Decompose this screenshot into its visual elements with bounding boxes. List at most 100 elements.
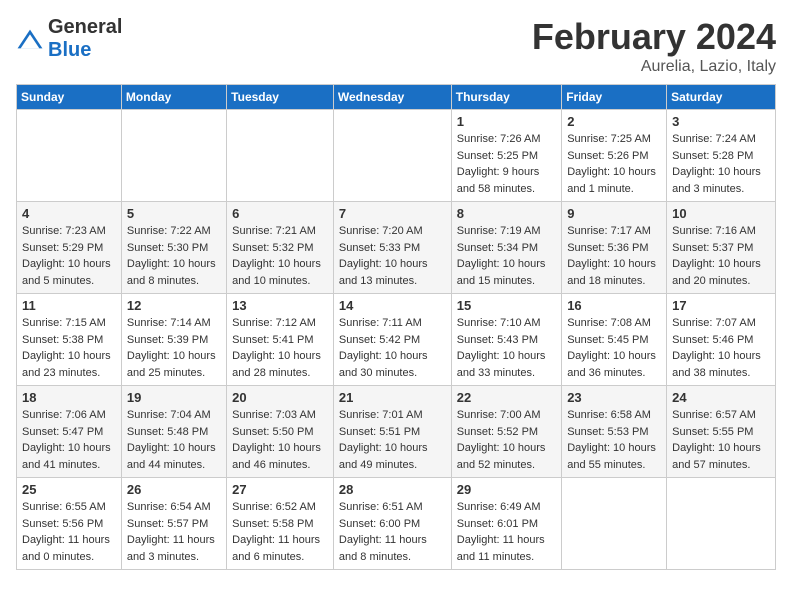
calendar-cell (333, 110, 451, 202)
day-number: 28 (339, 482, 446, 497)
day-number: 13 (232, 298, 328, 313)
calendar-cell: 6 Sunrise: 7:21 AMSunset: 5:32 PMDaylight… (227, 202, 334, 294)
calendar-cell: 22 Sunrise: 7:00 AMSunset: 5:52 PMDayligh… (451, 386, 561, 478)
header-cell-wednesday: Wednesday (333, 85, 451, 110)
day-info: Sunrise: 7:04 AMSunset: 5:48 PMDaylight:… (127, 407, 221, 473)
week-row-3: 18 Sunrise: 7:06 AMSunset: 5:47 PMDayligh… (17, 386, 776, 478)
calendar-table: SundayMondayTuesdayWednesdayThursdayFrid… (16, 84, 776, 570)
week-row-0: 1 Sunrise: 7:26 AMSunset: 5:25 PMDaylight… (17, 110, 776, 202)
day-info: Sunrise: 7:20 AMSunset: 5:33 PMDaylight:… (339, 223, 446, 289)
page-header: General Blue February 2024 Aurelia, Lazi… (16, 16, 776, 76)
day-number: 10 (672, 206, 770, 221)
day-info: Sunrise: 7:25 AMSunset: 5:26 PMDaylight:… (567, 131, 661, 197)
calendar-cell: 29 Sunrise: 6:49 AMSunset: 6:01 PMDayligh… (451, 478, 561, 570)
day-number: 14 (339, 298, 446, 313)
calendar-cell: 5 Sunrise: 7:22 AMSunset: 5:30 PMDaylight… (121, 202, 226, 294)
day-info: Sunrise: 6:51 AMSunset: 6:00 PMDaylight:… (339, 499, 446, 565)
day-number: 26 (127, 482, 221, 497)
calendar-cell: 16Sunrise: 7:08 AMSunset: 5:45 PMDayligh… (562, 294, 667, 386)
day-info: Sunrise: 7:11 AMSunset: 5:42 PMDaylight:… (339, 315, 446, 381)
day-number: 20 (232, 390, 328, 405)
day-info: Sunrise: 7:07 AMSunset: 5:46 PMDaylight:… (672, 315, 770, 381)
week-row-4: 25 Sunrise: 6:55 AMSunset: 5:56 PMDayligh… (17, 478, 776, 570)
day-info: Sunrise: 6:49 AMSunset: 6:01 PMDaylight:… (457, 499, 556, 565)
day-info: Sunrise: 7:06 AMSunset: 5:47 PMDaylight:… (22, 407, 116, 473)
calendar-cell: 8 Sunrise: 7:19 AMSunset: 5:34 PMDaylight… (451, 202, 561, 294)
day-info: Sunrise: 7:08 AMSunset: 5:45 PMDaylight:… (567, 315, 661, 381)
week-row-1: 4 Sunrise: 7:23 AMSunset: 5:29 PMDaylight… (17, 202, 776, 294)
day-number: 8 (457, 206, 556, 221)
calendar-cell (121, 110, 226, 202)
day-number: 25 (22, 482, 116, 497)
calendar-cell: 14 Sunrise: 7:11 AMSunset: 5:42 PMDayligh… (333, 294, 451, 386)
page-subtitle: Aurelia, Lazio, Italy (532, 58, 776, 76)
calendar-cell: 13 Sunrise: 7:12 AMSunset: 5:41 PMDayligh… (227, 294, 334, 386)
calendar-cell: 2Sunrise: 7:25 AMSunset: 5:26 PMDaylight… (562, 110, 667, 202)
day-info: Sunrise: 7:22 AMSunset: 5:30 PMDaylight:… (127, 223, 221, 289)
day-number: 22 (457, 390, 556, 405)
day-number: 4 (22, 206, 116, 221)
calendar-cell: 15Sunrise: 7:10 AMSunset: 5:43 PMDayligh… (451, 294, 561, 386)
calendar-cell: 1 Sunrise: 7:26 AMSunset: 5:25 PMDaylight… (451, 110, 561, 202)
title-block: February 2024 Aurelia, Lazio, Italy (532, 16, 776, 76)
calendar-cell: 25 Sunrise: 6:55 AMSunset: 5:56 PMDayligh… (17, 478, 122, 570)
logo-blue: Blue (48, 39, 91, 61)
calendar-cell: 10 Sunrise: 7:16 AMSunset: 5:37 PMDayligh… (667, 202, 776, 294)
day-number: 18 (22, 390, 116, 405)
calendar-cell: 3Sunrise: 7:24 AMSunset: 5:28 PMDaylight… (667, 110, 776, 202)
day-number: 24 (672, 390, 770, 405)
calendar-cell: 23Sunrise: 6:58 AMSunset: 5:53 PMDayligh… (562, 386, 667, 478)
header-cell-friday: Friday (562, 85, 667, 110)
day-number: 17 (672, 298, 770, 313)
calendar-cell: 18 Sunrise: 7:06 AMSunset: 5:47 PMDayligh… (17, 386, 122, 478)
calendar-cell: 20 Sunrise: 7:03 AMSunset: 5:50 PMDayligh… (227, 386, 334, 478)
day-info: Sunrise: 7:12 AMSunset: 5:41 PMDaylight:… (232, 315, 328, 381)
day-number: 12 (127, 298, 221, 313)
calendar-cell (17, 110, 122, 202)
week-row-2: 11 Sunrise: 7:15 AMSunset: 5:38 PMDayligh… (17, 294, 776, 386)
calendar-cell: 27Sunrise: 6:52 AMSunset: 5:58 PMDayligh… (227, 478, 334, 570)
day-number: 9 (567, 206, 661, 221)
calendar-cell: 24 Sunrise: 6:57 AMSunset: 5:55 PMDayligh… (667, 386, 776, 478)
day-number: 6 (232, 206, 328, 221)
calendar-cell (227, 110, 334, 202)
day-info: Sunrise: 7:19 AMSunset: 5:34 PMDaylight:… (457, 223, 556, 289)
day-info: Sunrise: 6:55 AMSunset: 5:56 PMDaylight:… (22, 499, 116, 565)
header-cell-monday: Monday (121, 85, 226, 110)
calendar-body: 1 Sunrise: 7:26 AMSunset: 5:25 PMDaylight… (17, 110, 776, 570)
calendar-cell: 17 Sunrise: 7:07 AMSunset: 5:46 PMDayligh… (667, 294, 776, 386)
day-number: 19 (127, 390, 221, 405)
day-number: 29 (457, 482, 556, 497)
day-number: 15 (457, 298, 556, 313)
day-info: Sunrise: 7:26 AMSunset: 5:25 PMDaylight:… (457, 131, 556, 197)
calendar-cell (667, 478, 776, 570)
day-number: 11 (22, 298, 116, 313)
day-number: 5 (127, 206, 221, 221)
day-info: Sunrise: 7:17 AMSunset: 5:36 PMDaylight:… (567, 223, 661, 289)
calendar-cell: 21 Sunrise: 7:01 AMSunset: 5:51 PMDayligh… (333, 386, 451, 478)
logo-general: General (48, 16, 122, 38)
calendar-cell: 28 Sunrise: 6:51 AMSunset: 6:00 PMDayligh… (333, 478, 451, 570)
page-title: February 2024 (532, 16, 776, 58)
calendar-cell: 26Sunrise: 6:54 AMSunset: 5:57 PMDayligh… (121, 478, 226, 570)
day-info: Sunrise: 7:00 AMSunset: 5:52 PMDaylight:… (457, 407, 556, 473)
day-info: Sunrise: 7:14 AMSunset: 5:39 PMDaylight:… (127, 315, 221, 381)
day-info: Sunrise: 7:23 AMSunset: 5:29 PMDaylight:… (22, 223, 116, 289)
calendar-cell: 7Sunrise: 7:20 AMSunset: 5:33 PMDaylight… (333, 202, 451, 294)
day-info: Sunrise: 7:16 AMSunset: 5:37 PMDaylight:… (672, 223, 770, 289)
header-cell-thursday: Thursday (451, 85, 561, 110)
calendar-header-row: SundayMondayTuesdayWednesdayThursdayFrid… (17, 85, 776, 110)
calendar-cell: 4 Sunrise: 7:23 AMSunset: 5:29 PMDaylight… (17, 202, 122, 294)
day-info: Sunrise: 6:58 AMSunset: 5:53 PMDaylight:… (567, 407, 661, 473)
header-cell-tuesday: Tuesday (227, 85, 334, 110)
calendar-cell: 19 Sunrise: 7:04 AMSunset: 5:48 PMDayligh… (121, 386, 226, 478)
day-info: Sunrise: 6:57 AMSunset: 5:55 PMDaylight:… (672, 407, 770, 473)
day-info: Sunrise: 7:01 AMSunset: 5:51 PMDaylight:… (339, 407, 446, 473)
day-number: 21 (339, 390, 446, 405)
calendar-cell: 11 Sunrise: 7:15 AMSunset: 5:38 PMDayligh… (17, 294, 122, 386)
day-info: Sunrise: 7:15 AMSunset: 5:38 PMDaylight:… (22, 315, 116, 381)
header-cell-saturday: Saturday (667, 85, 776, 110)
day-info: Sunrise: 7:21 AMSunset: 5:32 PMDaylight:… (232, 223, 328, 289)
day-number: 1 (457, 114, 556, 129)
day-info: Sunrise: 7:03 AMSunset: 5:50 PMDaylight:… (232, 407, 328, 473)
